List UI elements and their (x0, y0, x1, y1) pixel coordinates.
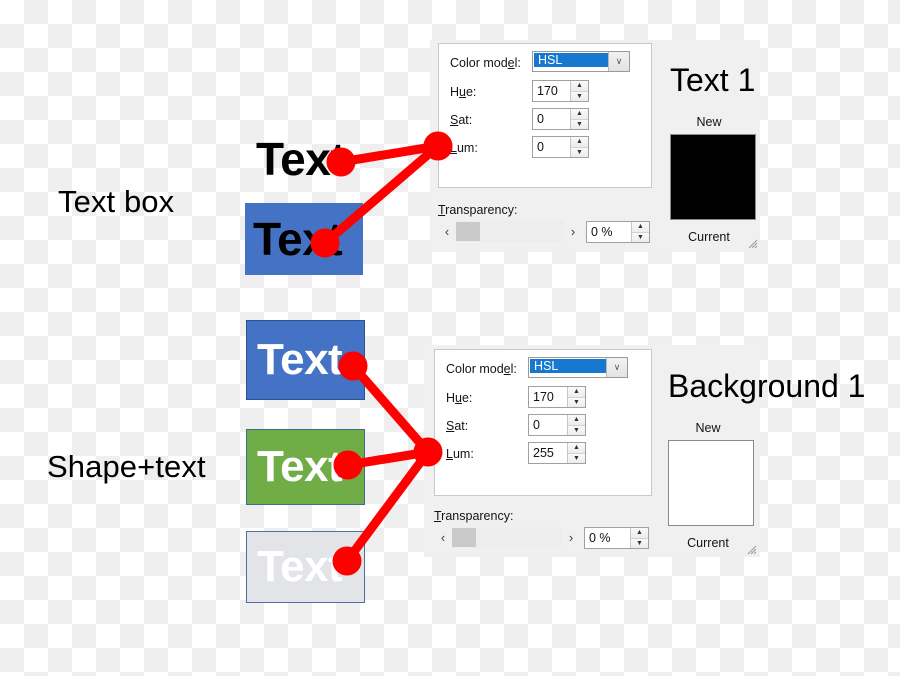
sample-text: Text (253, 213, 343, 265)
sat-spinner[interactable]: 0 ▲ ▼ (532, 108, 589, 130)
preview-title: Text 1 (670, 62, 756, 98)
spinner-down-icon[interactable]: ▼ (568, 397, 585, 407)
lum-spinner[interactable]: 255 ▲ ▼ (528, 442, 586, 464)
sample-text: Text (257, 542, 343, 591)
lum-value[interactable]: 0 (533, 137, 570, 157)
lum-value[interactable]: 255 (529, 443, 567, 463)
spinner-down-icon[interactable]: ▼ (631, 538, 648, 548)
current-caption: Current (687, 536, 729, 550)
sat-row: Sat: (446, 415, 468, 437)
slider-thumb[interactable] (452, 528, 476, 547)
sample-textbox-no-fill: Text (248, 135, 366, 183)
color-model-label: Color model: (446, 362, 517, 376)
spinner-up-icon[interactable]: ▲ (571, 137, 588, 148)
color-picker-dialog-background1: Color model: HSL ∨ Hue: 170 ▲ ▼ Sat: 0 ▲… (424, 345, 865, 557)
hue-row: Hue: (450, 81, 476, 103)
spinner-up-icon[interactable]: ▲ (568, 387, 585, 398)
hue-value[interactable]: 170 (529, 387, 567, 407)
new-caption: New (696, 115, 722, 129)
resize-grip-icon[interactable] (746, 544, 757, 555)
hue-label: Hue: (446, 391, 473, 405)
hue-value[interactable]: 170 (533, 81, 570, 101)
transparency-spinner-buttons[interactable]: ▲ ▼ (630, 528, 648, 548)
spinner-up-icon[interactable]: ▲ (571, 81, 588, 92)
lum-spinner-buttons[interactable]: ▲ ▼ (570, 137, 588, 157)
transparency-label: Transparency: (438, 203, 518, 217)
transparency-slider[interactable]: ‹ › (434, 527, 580, 548)
transparency-spinner[interactable]: 0 % ▲ ▼ (586, 221, 650, 243)
hue-spinner-buttons[interactable]: ▲ ▼ (567, 387, 585, 407)
spinner-down-icon[interactable]: ▼ (568, 453, 585, 463)
transparency-label: Transparency: (434, 509, 514, 523)
resize-grip-icon[interactable] (747, 238, 758, 249)
sat-value[interactable]: 0 (529, 415, 567, 435)
spinner-up-icon[interactable]: ▲ (571, 109, 588, 120)
section-label-text-box: Text box (58, 184, 175, 219)
preview-title: Background 1 (668, 368, 866, 404)
spinner-up-icon[interactable]: ▲ (568, 443, 585, 454)
sat-label: Sat: (446, 419, 469, 433)
spinner-up-icon[interactable]: ▲ (631, 528, 648, 539)
color-model-combobox[interactable]: HSL ∨ (532, 51, 630, 72)
spinner-up-icon[interactable]: ▲ (632, 222, 649, 233)
sat-label: Sat: (450, 113, 473, 127)
hue-spinner[interactable]: 170 ▲ ▼ (532, 80, 589, 102)
sample-text: Text (256, 133, 346, 185)
sat-spinner-buttons[interactable]: ▲ ▼ (570, 109, 588, 129)
transparency-spinner-buttons[interactable]: ▲ ▼ (631, 222, 649, 242)
transparency-slider[interactable]: ‹ › (438, 221, 582, 242)
spinner-down-icon[interactable]: ▼ (571, 147, 588, 157)
lum-spinner-buttons[interactable]: ▲ ▼ (567, 443, 585, 463)
hue-spinner-buttons[interactable]: ▲ ▼ (570, 81, 588, 101)
slider-right-arrow-icon[interactable]: › (562, 527, 580, 548)
hue-spinner[interactable]: 170 ▲ ▼ (528, 386, 586, 408)
lum-label: Lum: (446, 447, 474, 461)
slider-track[interactable] (456, 221, 564, 242)
new-caption: New (695, 421, 721, 435)
new-color-swatch (670, 134, 756, 220)
lum-row: Lum: (450, 137, 478, 159)
lum-spinner[interactable]: 0 ▲ ▼ (532, 136, 589, 158)
spinner-up-icon[interactable]: ▲ (568, 415, 585, 426)
color-model-label: Color model: (450, 56, 521, 70)
color-model-row: Color model: (450, 52, 521, 74)
color-picker-dialog-text1: Color model: HSL ∨ Hue: 170 ▲ ▼ Sat: 0 ▲… (430, 40, 760, 252)
spinner-down-icon[interactable]: ▼ (571, 91, 588, 101)
color-model-combobox[interactable]: HSL ∨ (528, 357, 628, 378)
slider-left-arrow-icon[interactable]: ‹ (438, 221, 456, 242)
diagram-canvas: Text box Shape+text Text Text Text Text … (0, 0, 900, 676)
hue-label: Hue: (450, 85, 477, 99)
transparency-spinner[interactable]: 0 % ▲ ▼ (584, 527, 649, 549)
current-caption: Current (688, 230, 730, 244)
new-color-swatch (668, 440, 754, 526)
sample-textbox-blue-fill: Text (245, 203, 363, 275)
color-model-row: Color model: (446, 358, 517, 380)
slider-thumb[interactable] (456, 222, 480, 241)
sample-text: Text (257, 335, 343, 384)
color-model-selected-value: HSL (534, 53, 608, 67)
sat-row: Sat: (450, 109, 472, 131)
lum-label: Lum: (450, 141, 478, 155)
spinner-down-icon[interactable]: ▼ (571, 119, 588, 129)
sat-value[interactable]: 0 (533, 109, 570, 129)
sample-shape-blue: Text (246, 320, 365, 400)
chevron-down-icon[interactable]: ∨ (606, 358, 627, 377)
lum-row: Lum: (446, 443, 474, 465)
hue-row: Hue: (446, 387, 472, 409)
slider-right-arrow-icon[interactable]: › (564, 221, 582, 242)
section-label-shape-text: Shape+text (47, 449, 206, 484)
sample-shape-grey: Text (246, 531, 365, 603)
transparency-value[interactable]: 0 % (585, 528, 630, 548)
transparency-value[interactable]: 0 % (587, 222, 631, 242)
sample-text: Text (257, 442, 343, 491)
color-model-selected-value: HSL (530, 359, 606, 373)
sample-shape-green: Text (246, 429, 365, 505)
sat-spinner[interactable]: 0 ▲ ▼ (528, 414, 586, 436)
spinner-down-icon[interactable]: ▼ (632, 232, 649, 242)
spinner-down-icon[interactable]: ▼ (568, 425, 585, 435)
slider-left-arrow-icon[interactable]: ‹ (434, 527, 452, 548)
sat-spinner-buttons[interactable]: ▲ ▼ (567, 415, 585, 435)
slider-track[interactable] (452, 527, 562, 548)
chevron-down-icon[interactable]: ∨ (608, 52, 629, 71)
